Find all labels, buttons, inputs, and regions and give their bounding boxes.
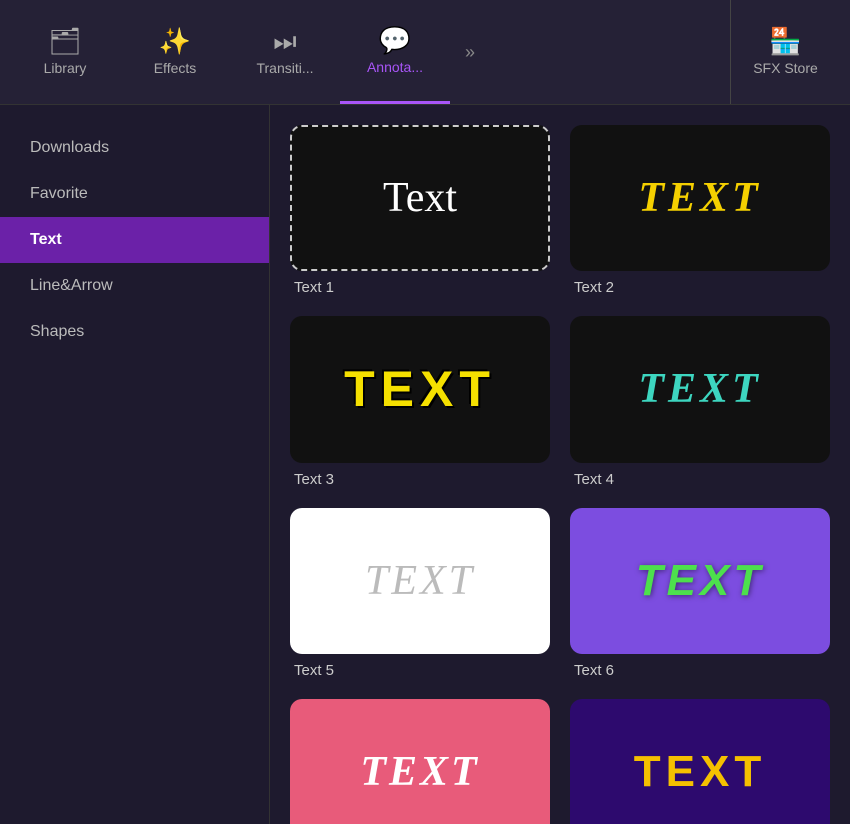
text-6-thumbnail: TEXT: [570, 508, 830, 654]
sidebar-item-shapes[interactable]: Shapes: [0, 309, 269, 355]
sidebar-item-downloads[interactable]: Downloads: [0, 125, 269, 171]
text-3-preview: TEXT: [344, 360, 496, 418]
text-7-preview: TEXT: [360, 748, 479, 796]
more-icon: »: [465, 42, 475, 63]
sidebar-item-line-arrow[interactable]: Line&Arrow: [0, 263, 269, 309]
nav-transitions[interactable]: ⏭ Transiti...: [230, 0, 340, 104]
sidebar-item-text[interactable]: Text: [0, 217, 269, 263]
text-5-thumbnail: TEXT: [290, 508, 550, 654]
text-style-card-3[interactable]: TEXT Text 3: [290, 316, 550, 487]
text-6-preview: TEXT: [636, 556, 764, 606]
text-styles-grid: Text Text 1 TEXT Text 2 TEXT Text 3: [290, 125, 830, 824]
library-icon: 🗂: [48, 28, 81, 54]
text-2-preview: TEXT: [638, 174, 761, 222]
effects-icon: ✨: [159, 28, 191, 54]
text-style-card-5[interactable]: TEXT Text 5: [290, 508, 550, 679]
nav-effects-label: Effects: [154, 60, 197, 76]
nav-effects[interactable]: ✨ Effects: [120, 0, 230, 104]
main-layout: Downloads Favorite Text Line&Arrow Shape…: [0, 105, 850, 824]
text-5-preview: TEXT: [365, 557, 475, 605]
top-navigation: 🗂 Library ✨ Effects ⏭ Transiti... 💬 Anno…: [0, 0, 850, 105]
nav-library[interactable]: 🗂 Library: [10, 0, 120, 104]
nav-sfx-store[interactable]: 🏪 SFX Store: [730, 0, 840, 104]
nav-transitions-label: Transiti...: [256, 60, 313, 76]
text-7-thumbnail: TEXT: [290, 699, 550, 824]
text-style-card-1[interactable]: Text Text 1: [290, 125, 550, 296]
annotations-icon: 💬: [379, 27, 411, 53]
text-5-label: Text 5: [290, 662, 550, 679]
text-4-label: Text 4: [570, 471, 830, 488]
text-3-label: Text 3: [290, 471, 550, 488]
transitions-icon: ⏭: [273, 28, 296, 54]
text-6-label: Text 6: [570, 662, 830, 679]
text-3-thumbnail: TEXT: [290, 316, 550, 462]
nav-library-label: Library: [44, 60, 87, 76]
nav-annotations-label: Annota...: [367, 59, 423, 75]
text-4-thumbnail: TEXT: [570, 316, 830, 462]
text-style-card-2[interactable]: TEXT Text 2: [570, 125, 830, 296]
text-4-preview: TEXT: [638, 365, 761, 413]
text-style-card-8[interactable]: TEXT Text 8: [570, 699, 830, 824]
sidebar-item-favorite[interactable]: Favorite: [0, 171, 269, 217]
text-style-card-4[interactable]: TEXT Text 4: [570, 316, 830, 487]
text-8-thumbnail: TEXT: [570, 699, 830, 824]
sfx-store-icon: 🏪: [769, 28, 801, 54]
text-style-card-7[interactable]: TEXT Text 7: [290, 699, 550, 824]
nav-annotations[interactable]: 💬 Annota...: [340, 0, 450, 104]
text-8-preview: TEXT: [634, 747, 766, 797]
content-area[interactable]: Text Text 1 TEXT Text 2 TEXT Text 3: [270, 105, 850, 824]
text-2-label: Text 2: [570, 279, 830, 296]
text-1-label: Text 1: [290, 279, 550, 296]
sidebar: Downloads Favorite Text Line&Arrow Shape…: [0, 105, 270, 824]
text-1-preview: Text: [383, 174, 457, 222]
text-2-thumbnail: TEXT: [570, 125, 830, 271]
text-style-card-6[interactable]: TEXT Text 6: [570, 508, 830, 679]
nav-more[interactable]: »: [450, 42, 490, 63]
nav-sfx-label: SFX Store: [753, 60, 818, 76]
text-1-thumbnail: Text: [290, 125, 550, 271]
